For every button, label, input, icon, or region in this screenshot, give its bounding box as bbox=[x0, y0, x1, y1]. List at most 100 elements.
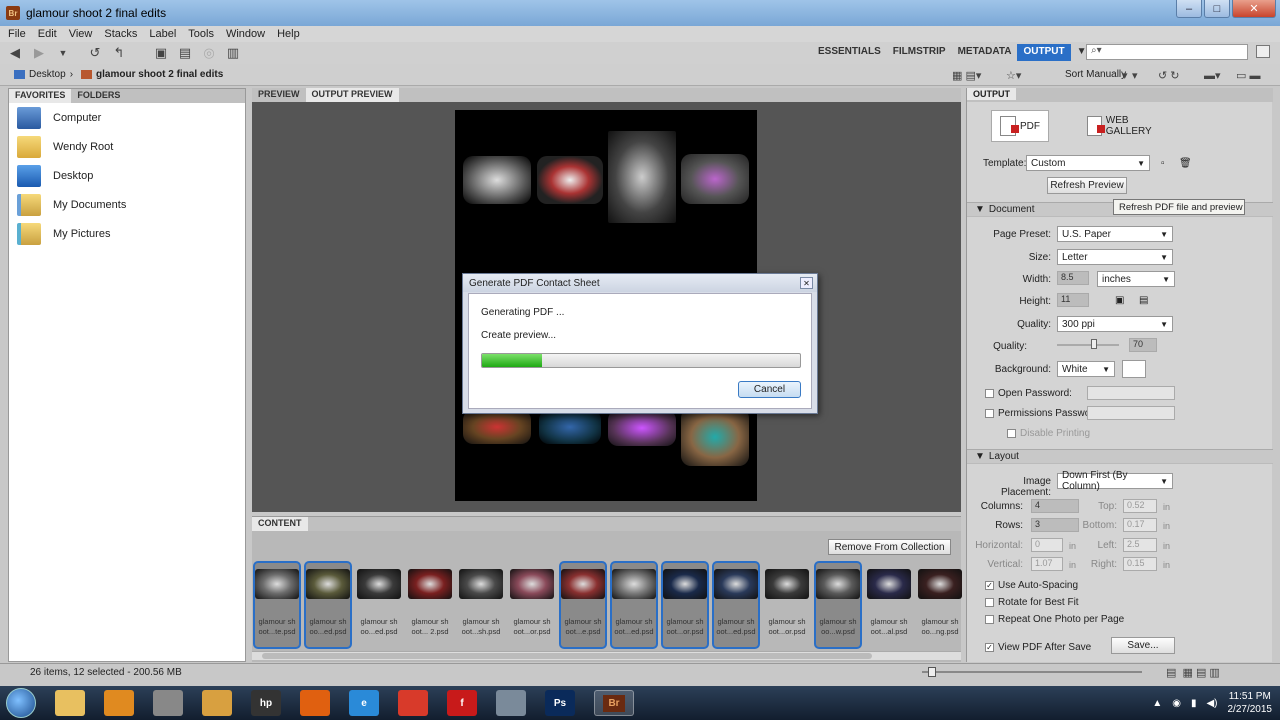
thumbnail-item[interactable]: glamour sh oo...ed.psd bbox=[355, 561, 403, 649]
image-placement-select[interactable]: Down First (By Column) ▼ bbox=[1057, 470, 1173, 492]
delete-icon[interactable]: ▭ ▬ bbox=[1236, 69, 1260, 82]
thumbnail-item[interactable]: glamour sh oot...al.psd bbox=[865, 561, 913, 649]
favorite-computer[interactable]: Computer bbox=[9, 103, 245, 132]
history-dropdown-icon[interactable]: ▼ bbox=[54, 45, 72, 61]
rows-input[interactable]: 3 bbox=[1031, 518, 1079, 532]
thumbnail-size-slider[interactable] bbox=[922, 671, 1142, 673]
security-icon[interactable] bbox=[153, 690, 183, 716]
tab-favorites[interactable]: FAVORITES bbox=[9, 89, 72, 103]
tab-preview[interactable]: PREVIEW bbox=[252, 88, 306, 102]
thumbnail-item[interactable]: glamour sh oot...ed.psd bbox=[712, 561, 760, 649]
hp-icon[interactable]: hp bbox=[251, 690, 281, 716]
quality-ppi-select[interactable]: 300 ppi ▼ bbox=[1057, 316, 1173, 332]
return-icon[interactable]: ↰ bbox=[110, 45, 128, 61]
favorite-desktop[interactable]: Desktop bbox=[9, 161, 245, 190]
search-input[interactable]: ⌕▾ bbox=[1086, 44, 1248, 60]
page-preset-select[interactable]: U.S. Paper ▼ bbox=[1057, 226, 1173, 242]
chrome-icon[interactable] bbox=[398, 690, 428, 716]
tray-app-icon[interactable]: ◉ bbox=[1172, 698, 1181, 709]
checkbox-box[interactable]: ✓ bbox=[985, 643, 994, 652]
scrollbar-thumb[interactable] bbox=[262, 653, 872, 659]
menu-tools[interactable]: Tools bbox=[188, 28, 214, 40]
thumbnail-item[interactable]: glamour sh oot...sh.psd bbox=[457, 561, 505, 649]
delete-template-icon[interactable]: 🗑 bbox=[1179, 158, 1192, 169]
slider-knob[interactable] bbox=[928, 667, 936, 677]
media-player-icon[interactable] bbox=[104, 690, 134, 716]
tab-output-preview[interactable]: OUTPUT PREVIEW bbox=[305, 88, 399, 102]
menu-view[interactable]: View bbox=[69, 28, 93, 40]
horizontal-scrollbar[interactable] bbox=[252, 651, 961, 660]
thumbnail-item[interactable]: glamour sh oot...te.psd bbox=[253, 561, 301, 649]
favorite-my-pictures[interactable]: My Pictures bbox=[9, 219, 245, 248]
compact-mode-icon[interactable] bbox=[1256, 45, 1270, 58]
refresh-preview-button[interactable]: Refresh Preview bbox=[1047, 177, 1127, 194]
clock[interactable]: 11:51 PM 2/27/2015 bbox=[1228, 690, 1273, 716]
forward-arrow-icon[interactable]: ▶ bbox=[30, 45, 48, 61]
checkbox-box[interactable] bbox=[985, 409, 994, 418]
cancel-button[interactable]: Cancel bbox=[738, 381, 801, 398]
rotate-best-fit-checkbox[interactable]: Rotate for Best Fit bbox=[985, 597, 1079, 608]
checkbox-box[interactable] bbox=[985, 389, 994, 398]
favorite-wendy-root[interactable]: Wendy Root bbox=[9, 132, 245, 161]
tray-expand-icon[interactable]: ▲ bbox=[1152, 698, 1162, 709]
open-password-checkbox[interactable]: Open Password: bbox=[985, 388, 1072, 399]
refine-icon[interactable]: ▤ bbox=[176, 45, 194, 61]
checkbox-box[interactable] bbox=[985, 615, 994, 624]
thumbnail-item[interactable]: glamour sh oo...ed.psd bbox=[304, 561, 352, 649]
width-input[interactable]: 8.5 bbox=[1057, 271, 1089, 285]
quality-slider-knob[interactable] bbox=[1091, 339, 1097, 349]
star-filter-icon[interactable]: ☆▾ bbox=[1006, 69, 1021, 82]
rotate-recent-icon[interactable]: ↺ bbox=[86, 45, 104, 61]
photoshop-icon[interactable]: Ps bbox=[545, 690, 575, 716]
network-tray-icon[interactable]: ▮ bbox=[1191, 698, 1197, 709]
thumbnail-item[interactable]: glamour sh oot... 2.psd bbox=[406, 561, 454, 649]
pdf-output-button[interactable]: PDF bbox=[991, 110, 1049, 142]
right-margin-input[interactable]: 0.15 bbox=[1123, 557, 1157, 571]
menu-help[interactable]: Help bbox=[277, 28, 300, 40]
firefox-icon[interactable] bbox=[300, 690, 330, 716]
thumbnail-item[interactable]: glamour sh oot...or.psd bbox=[508, 561, 556, 649]
start-button[interactable] bbox=[6, 688, 36, 718]
thumbnail-item[interactable]: glamour sh oo...ng.psd bbox=[916, 561, 964, 649]
new-folder-icon[interactable]: ▬▾ bbox=[1204, 69, 1221, 82]
breadcrumb-desktop[interactable]: Desktop › bbox=[14, 69, 73, 80]
background-select[interactable]: White ▼ bbox=[1057, 361, 1115, 377]
bottom-margin-input[interactable]: 0.17 bbox=[1123, 518, 1157, 532]
menu-file[interactable]: File bbox=[8, 28, 26, 40]
size-select[interactable]: Letter ▼ bbox=[1057, 249, 1173, 265]
height-input[interactable]: 11 bbox=[1057, 293, 1089, 307]
columns-input[interactable]: 4 bbox=[1031, 499, 1079, 513]
menu-stacks[interactable]: Stacks bbox=[104, 28, 137, 40]
checkbox-box[interactable] bbox=[1007, 429, 1016, 438]
portrait-orientation-icon[interactable]: ▣ bbox=[1115, 295, 1124, 306]
workspace-output[interactable]: OUTPUT bbox=[1017, 44, 1071, 61]
open-password-input[interactable] bbox=[1087, 386, 1175, 400]
folder-app-icon[interactable] bbox=[202, 690, 232, 716]
tab-folders[interactable]: FOLDERS bbox=[71, 89, 126, 103]
layout-section-header[interactable]: ▼ Layout bbox=[967, 449, 1273, 464]
landscape-orientation-icon[interactable]: ▤ bbox=[1139, 295, 1148, 306]
close-button[interactable]: ✕ bbox=[1232, 0, 1276, 18]
bridge-icon[interactable]: Br bbox=[594, 690, 634, 716]
horizontal-spacing-input[interactable]: 0 bbox=[1031, 538, 1063, 552]
checkbox-box[interactable] bbox=[985, 598, 994, 607]
favorite-my-documents[interactable]: My Documents bbox=[9, 190, 245, 219]
view-pdf-after-save-checkbox[interactable]: ✓ View PDF After Save bbox=[985, 642, 1091, 653]
quality-slider[interactable] bbox=[1057, 344, 1119, 346]
repeat-photo-checkbox[interactable]: Repeat One Photo per Page bbox=[985, 614, 1124, 625]
thumbnail-item[interactable]: glamour sh oot...e.psd bbox=[559, 561, 607, 649]
back-arrow-icon[interactable]: ◀ bbox=[6, 45, 24, 61]
tab-content[interactable]: CONTENT bbox=[252, 517, 308, 531]
volume-icon[interactable]: ◀) bbox=[1206, 698, 1217, 709]
thumbnail-item[interactable]: glamour sh oo...w.psd bbox=[814, 561, 862, 649]
top-margin-input[interactable]: 0.52 bbox=[1123, 499, 1157, 513]
vertical-spacing-input[interactable]: 1.07 bbox=[1031, 557, 1063, 571]
open-camera-raw-icon[interactable]: ◎ bbox=[200, 45, 218, 61]
permissions-password-input[interactable] bbox=[1087, 406, 1175, 420]
background-color-swatch[interactable] bbox=[1122, 360, 1146, 378]
workspace-filmstrip[interactable]: FILMSTRIP bbox=[887, 44, 952, 61]
dialog-close-icon[interactable]: ✕ bbox=[800, 277, 813, 289]
thumbnail-item[interactable]: glamour sh oot...or.psd bbox=[763, 561, 811, 649]
view-mode-icons[interactable]: ▤ ▦ ▤ ▥ bbox=[1166, 666, 1220, 679]
disable-printing-checkbox[interactable]: Disable Printing bbox=[1007, 428, 1090, 439]
